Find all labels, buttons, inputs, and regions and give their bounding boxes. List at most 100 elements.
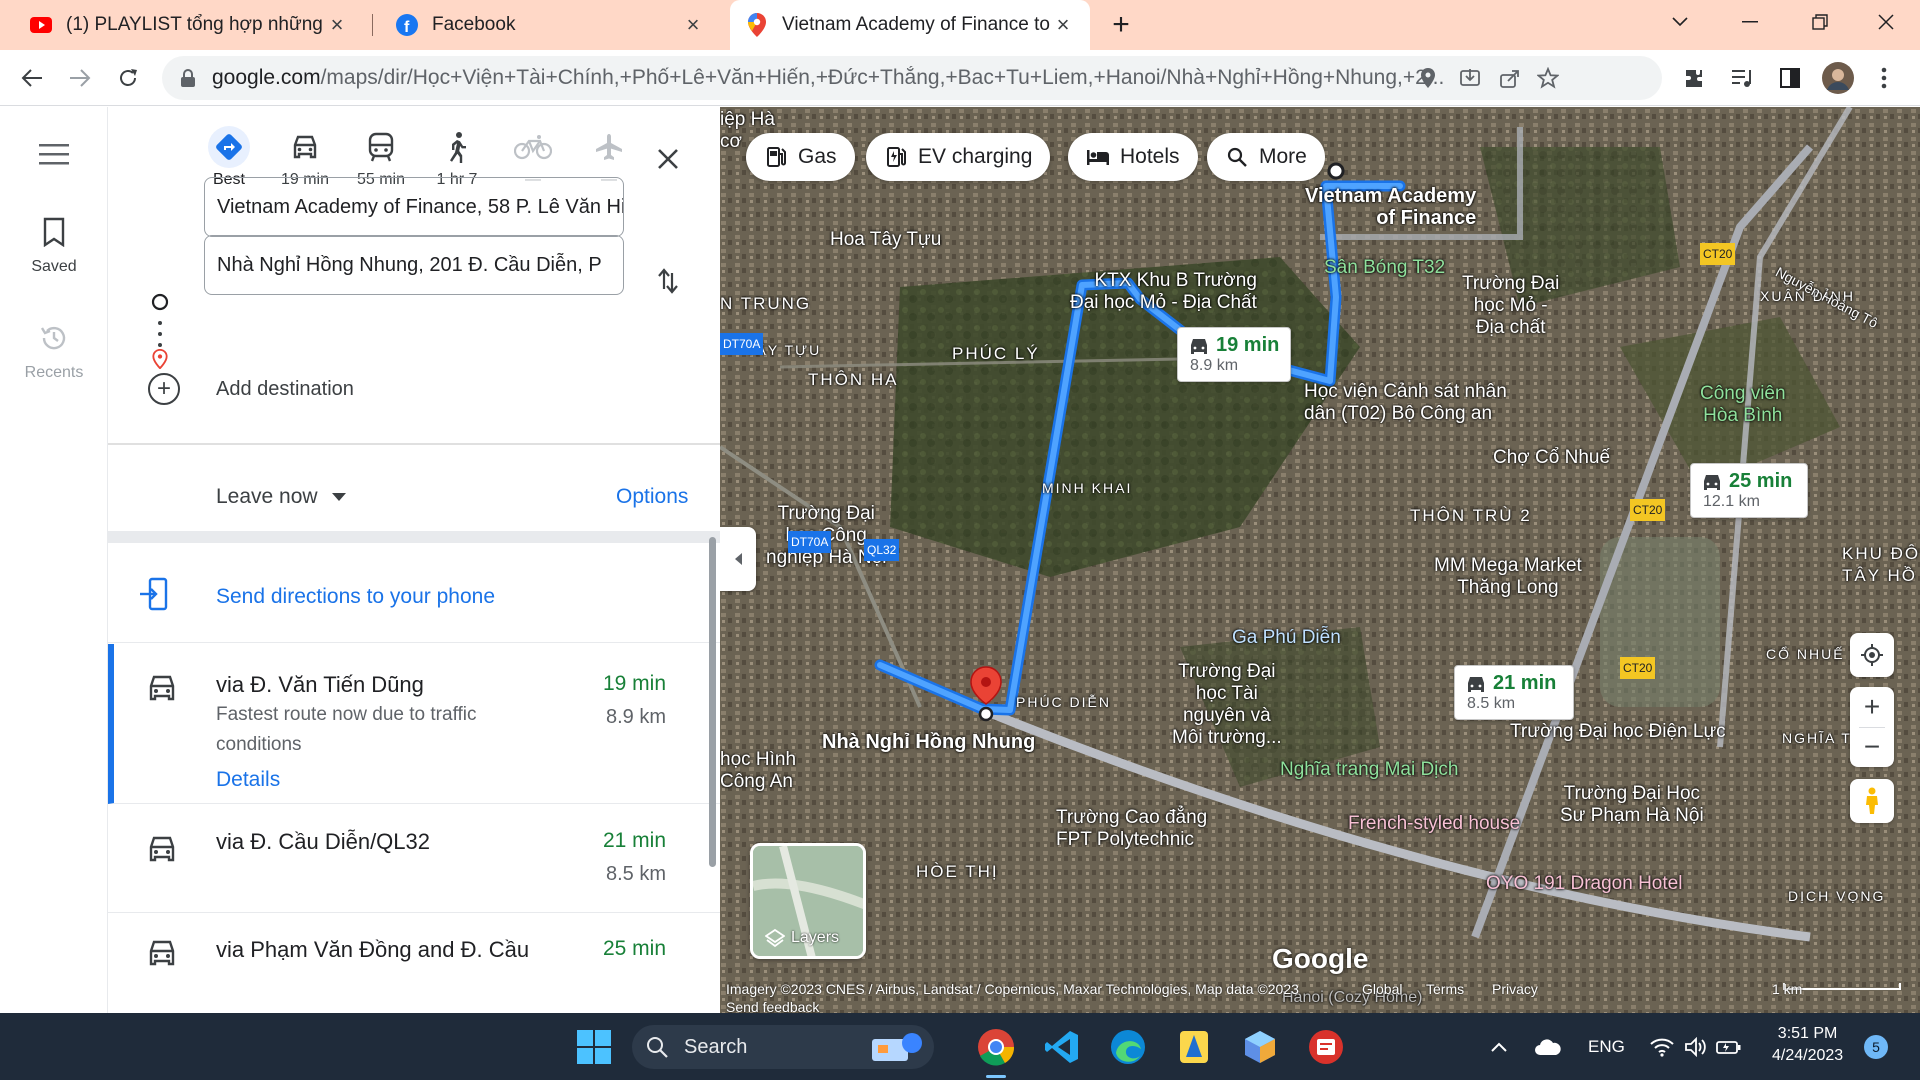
origin-label[interactable]: Vietnam Academy of Finance xyxy=(1305,185,1476,229)
swap-waypoints-button[interactable] xyxy=(648,261,688,301)
send-to-phone-row[interactable]: Send directions to your phone xyxy=(108,543,720,643)
taskbar-search[interactable]: Search xyxy=(632,1025,934,1069)
car-icon xyxy=(1191,338,1207,354)
route-callout-alt-2[interactable]: 21 min 8.5 km xyxy=(1454,665,1574,720)
layers-button[interactable]: Layers xyxy=(750,843,866,959)
bookmark-star-icon[interactable] xyxy=(1534,64,1562,92)
close-icon[interactable]: × xyxy=(1052,12,1074,37)
battery-icon[interactable] xyxy=(1716,1013,1742,1080)
search-highlight-icon xyxy=(872,1033,922,1061)
terms-link[interactable]: Terms xyxy=(1426,981,1464,997)
wifi-icon[interactable] xyxy=(1650,1013,1674,1080)
leave-now-dropdown[interactable]: Leave now xyxy=(216,485,346,509)
leave-now-label: Leave now xyxy=(216,485,318,508)
tab-facebook[interactable]: f Facebook × xyxy=(380,0,720,50)
road-shield: DT70A xyxy=(720,333,764,355)
route-option-3[interactable]: via Phạm Văn Đồng and Đ. Cầu 25 min xyxy=(108,913,720,1013)
chip-hotels[interactable]: Hotels xyxy=(1068,133,1198,181)
menu-button[interactable] xyxy=(0,143,108,170)
road-shield: DT70A xyxy=(788,531,832,553)
language-indicator[interactable]: ENG xyxy=(1588,1013,1625,1080)
chip-more[interactable]: More xyxy=(1207,133,1325,181)
route-callout-alt-1[interactable]: 25 min 12.1 km xyxy=(1690,463,1808,518)
route-option-2[interactable]: via Đ. Cầu Diễn/QL32 21 min 8.5 km xyxy=(108,805,720,913)
add-destination-label: Add destination xyxy=(216,377,354,400)
taskbar-chrome[interactable] xyxy=(972,1023,1020,1071)
hamburger-icon xyxy=(39,144,69,165)
route-via: via Phạm Văn Đồng and Đ. Cầu xyxy=(216,937,530,962)
cube-icon xyxy=(1245,1031,1275,1063)
send-to-phone-label: Send directions to your phone xyxy=(216,585,496,608)
taskbar-edge[interactable] xyxy=(1104,1023,1152,1071)
onedrive-icon[interactable] xyxy=(1534,1013,1562,1080)
start-button[interactable] xyxy=(570,1023,618,1071)
new-tab-button[interactable]: + xyxy=(1104,8,1138,42)
privacy-link[interactable]: Privacy xyxy=(1492,981,1538,997)
zoom-out-button[interactable]: − xyxy=(1864,727,1880,767)
close-icon[interactable]: × xyxy=(326,12,348,37)
more-menu-icon[interactable] xyxy=(1864,58,1904,98)
map-attribution: Imagery ©2023 CNES / Airbus, Landsat / C… xyxy=(726,981,1299,997)
system-clock[interactable]: 3:51 PM 4/24/2023 xyxy=(1772,1023,1843,1067)
taskbar-3d-app[interactable] xyxy=(1236,1023,1284,1071)
app-icon xyxy=(1180,1031,1208,1063)
forward-button[interactable] xyxy=(60,58,100,98)
my-location-button[interactable] xyxy=(1850,633,1894,677)
tab-title: (1) PLAYLIST tổng hợp những mà xyxy=(66,14,326,35)
route-callout-fastest[interactable]: 19 min 8.9 km xyxy=(1177,327,1291,382)
location-icon[interactable] xyxy=(1414,64,1442,92)
tab-google-maps[interactable]: Vietnam Academy of Finance to N × xyxy=(730,0,1090,50)
layers-text: Layers xyxy=(791,929,840,946)
clock-date: 4/24/2023 xyxy=(1772,1047,1844,1064)
side-panel-icon[interactable] xyxy=(1770,58,1810,98)
road-shield: CT20 xyxy=(1620,657,1656,679)
taskbar-office-app[interactable] xyxy=(1302,1023,1350,1071)
map-label: iệp Hà cơ xyxy=(720,109,775,152)
panel-scrollbar[interactable] xyxy=(709,537,716,867)
destination-label[interactable]: Nhà Nghỉ Hồng Nhung xyxy=(822,731,1035,753)
street-view-pegman[interactable] xyxy=(1850,779,1894,823)
tab-search-icon[interactable] xyxy=(1650,0,1710,44)
destination-input[interactable]: Nhà Nghỉ Hồng Nhung, 201 Đ. Cầu Diễn, P xyxy=(204,235,624,295)
recents-label: Recents xyxy=(24,364,84,381)
install-icon[interactable] xyxy=(1456,64,1484,92)
media-control-icon[interactable] xyxy=(1722,58,1762,98)
tab-youtube[interactable]: (1) PLAYLIST tổng hợp những mà × xyxy=(14,0,364,50)
saved-button[interactable]: Saved xyxy=(0,217,108,276)
extensions-icon[interactable] xyxy=(1674,58,1714,98)
window-close-button[interactable] xyxy=(1856,0,1916,44)
address-bar[interactable]: google.com/maps/dir/Học+Viện+Tài+Chính,+… xyxy=(162,56,1662,100)
recents-button[interactable]: Recents xyxy=(0,323,108,382)
show-hidden-icons[interactable] xyxy=(1490,1013,1508,1080)
hotel-icon xyxy=(1086,145,1110,169)
map-footer: Imagery ©2023 CNES / Airbus, Landsat / C… xyxy=(720,979,1920,1013)
map-canvas[interactable]: Gas EV charging Hotels More 19 min 8.9 k… xyxy=(720,107,1920,1013)
navigation-bar: google.com/maps/dir/Học+Viện+Tài+Chính,+… xyxy=(0,50,1920,106)
volume-icon[interactable] xyxy=(1684,1013,1708,1080)
scale-label: 1 km xyxy=(1772,981,1803,997)
my-location-icon xyxy=(1861,644,1883,666)
options-button[interactable]: Options xyxy=(616,485,688,509)
reload-button[interactable] xyxy=(108,58,148,98)
directions-icon xyxy=(208,126,250,168)
send-feedback-link[interactable]: Send feedback xyxy=(726,999,819,1013)
taskbar-vscode[interactable] xyxy=(1038,1023,1086,1071)
global-link[interactable]: Global xyxy=(1362,981,1402,997)
collapse-panel-button[interactable] xyxy=(720,527,756,591)
add-destination-button[interactable]: + Add destination xyxy=(148,373,354,405)
route-details-link[interactable]: Details xyxy=(216,768,280,792)
close-directions-button[interactable] xyxy=(648,139,688,179)
minimize-button[interactable] xyxy=(1720,0,1780,44)
share-icon[interactable] xyxy=(1496,64,1524,92)
profile-avatar[interactable] xyxy=(1818,58,1858,98)
back-button[interactable] xyxy=(12,58,52,98)
route-option-1[interactable]: via Đ. Văn Tiến Dũng 19 min 8.9 km Faste… xyxy=(108,644,720,804)
windows-taskbar: Search ENG 3:51 PM 4/24/2023 5 xyxy=(0,1013,1920,1080)
zoom-in-button[interactable]: + xyxy=(1864,687,1880,727)
origin-input[interactable]: Vietnam Academy of Finance, 58 P. Lê Văn… xyxy=(204,177,624,237)
restore-button[interactable] xyxy=(1790,0,1850,44)
chip-ev-charging[interactable]: EV charging xyxy=(866,133,1051,181)
close-icon[interactable]: × xyxy=(682,12,704,37)
taskbar-app[interactable] xyxy=(1170,1023,1218,1071)
notification-badge[interactable]: 5 xyxy=(1864,1035,1888,1059)
